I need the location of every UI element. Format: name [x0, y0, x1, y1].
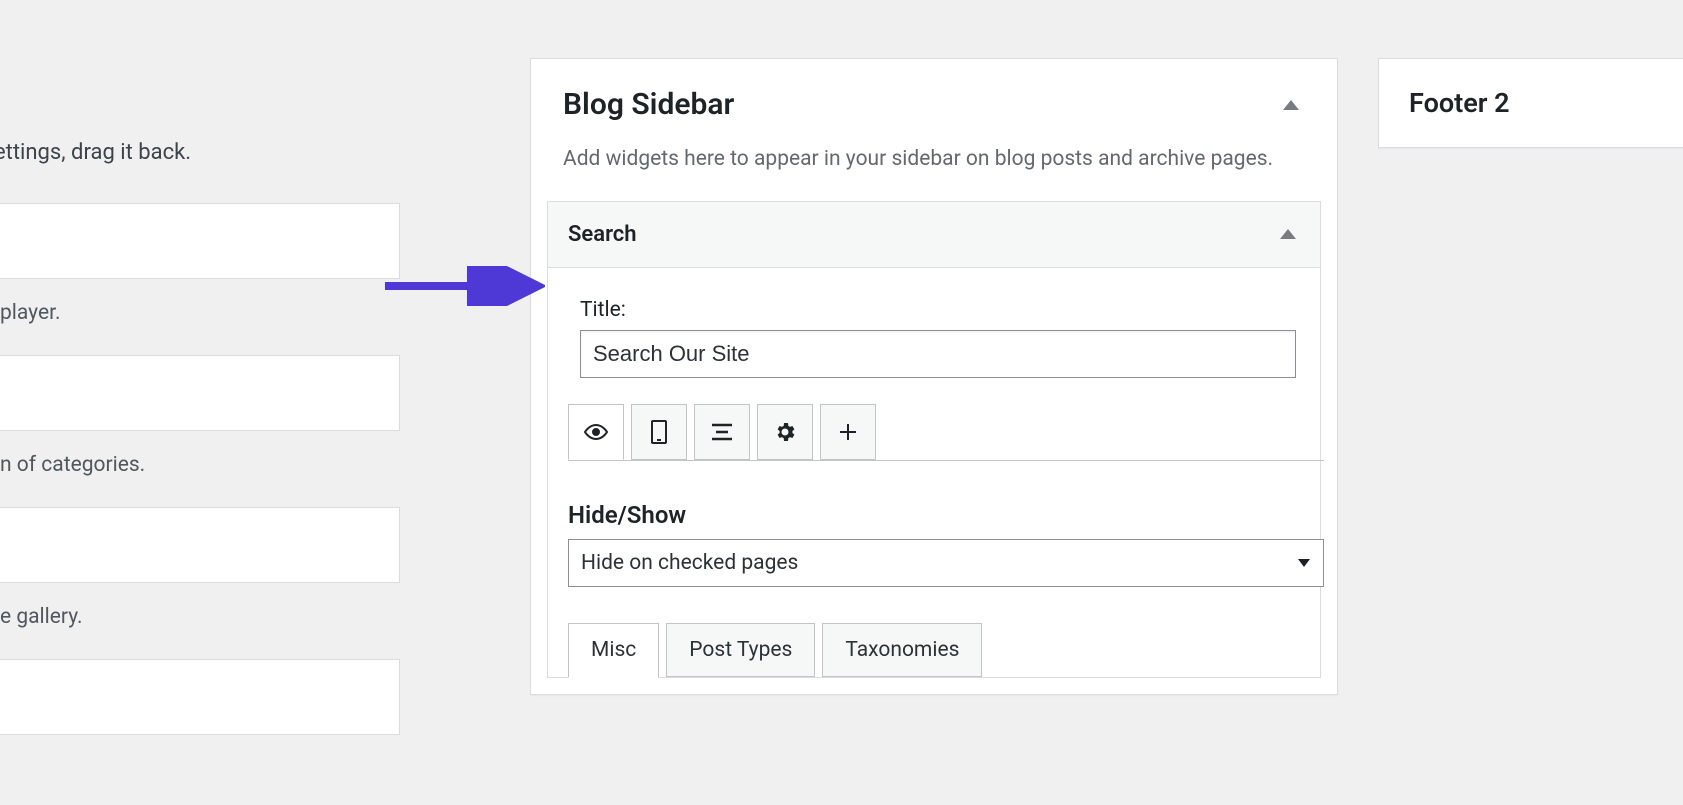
chevron-up-icon[interactable] [1280, 229, 1296, 239]
blog-sidebar-panel: Blog Sidebar Add widgets here to appear … [530, 58, 1338, 695]
eye-icon [584, 420, 608, 444]
hideshow-selected: Hide on checked pages [568, 539, 1324, 587]
icon-tabs-row [568, 404, 1324, 461]
available-widget-item[interactable] [0, 507, 400, 583]
gear-icon [773, 420, 797, 444]
available-widget-item[interactable] [0, 659, 400, 735]
hideshow-select[interactable]: Hide on checked pages [568, 539, 1324, 587]
settings-tab[interactable] [757, 404, 813, 460]
sidebar-title: Blog Sidebar [563, 87, 734, 122]
available-widget-desc: e gallery. [0, 605, 400, 629]
align-icon [711, 423, 733, 441]
title-label: Title: [580, 298, 1320, 322]
available-widget-item[interactable] [0, 203, 400, 279]
available-widget-desc: n of categories. [0, 453, 400, 477]
chevron-up-icon[interactable] [1283, 100, 1299, 110]
widget-body: Title: Hide/Show [548, 268, 1320, 677]
condition-tabs: Misc Post Types Taxonomies [568, 623, 1320, 677]
search-widget: Search Title: [547, 201, 1321, 678]
available-widget-item[interactable] [0, 355, 400, 431]
widget-title-input[interactable] [580, 330, 1296, 378]
tab-taxonomies[interactable]: Taxonomies [822, 623, 982, 677]
tab-misc[interactable]: Misc [568, 623, 659, 678]
sidebar-description: Add widgets here to appear in your sideb… [563, 142, 1299, 177]
widget-name: Search [568, 222, 637, 247]
tab-post-types[interactable]: Post Types [666, 623, 815, 677]
sidebar-header[interactable]: Blog Sidebar Add widgets here to appear … [531, 59, 1337, 201]
annotation-arrow [383, 266, 545, 306]
device-tab[interactable] [631, 404, 687, 460]
available-widget-desc: player. [0, 301, 400, 325]
available-widgets-description: d delete its settings, drag it back. [0, 140, 400, 165]
add-tab[interactable] [820, 404, 876, 460]
plus-icon [839, 423, 857, 441]
available-widgets-column: d delete its settings, drag it back. pla… [0, 0, 400, 757]
hideshow-heading: Hide/Show [568, 501, 1320, 529]
device-icon [650, 419, 668, 445]
footer-2-title: Footer 2 [1409, 87, 1683, 119]
alignment-tab[interactable] [694, 404, 750, 460]
widget-header[interactable]: Search [548, 202, 1320, 268]
chevron-down-icon [1298, 559, 1310, 567]
footer-2-panel[interactable]: Footer 2 [1378, 58, 1683, 148]
visibility-tab[interactable] [568, 404, 624, 460]
